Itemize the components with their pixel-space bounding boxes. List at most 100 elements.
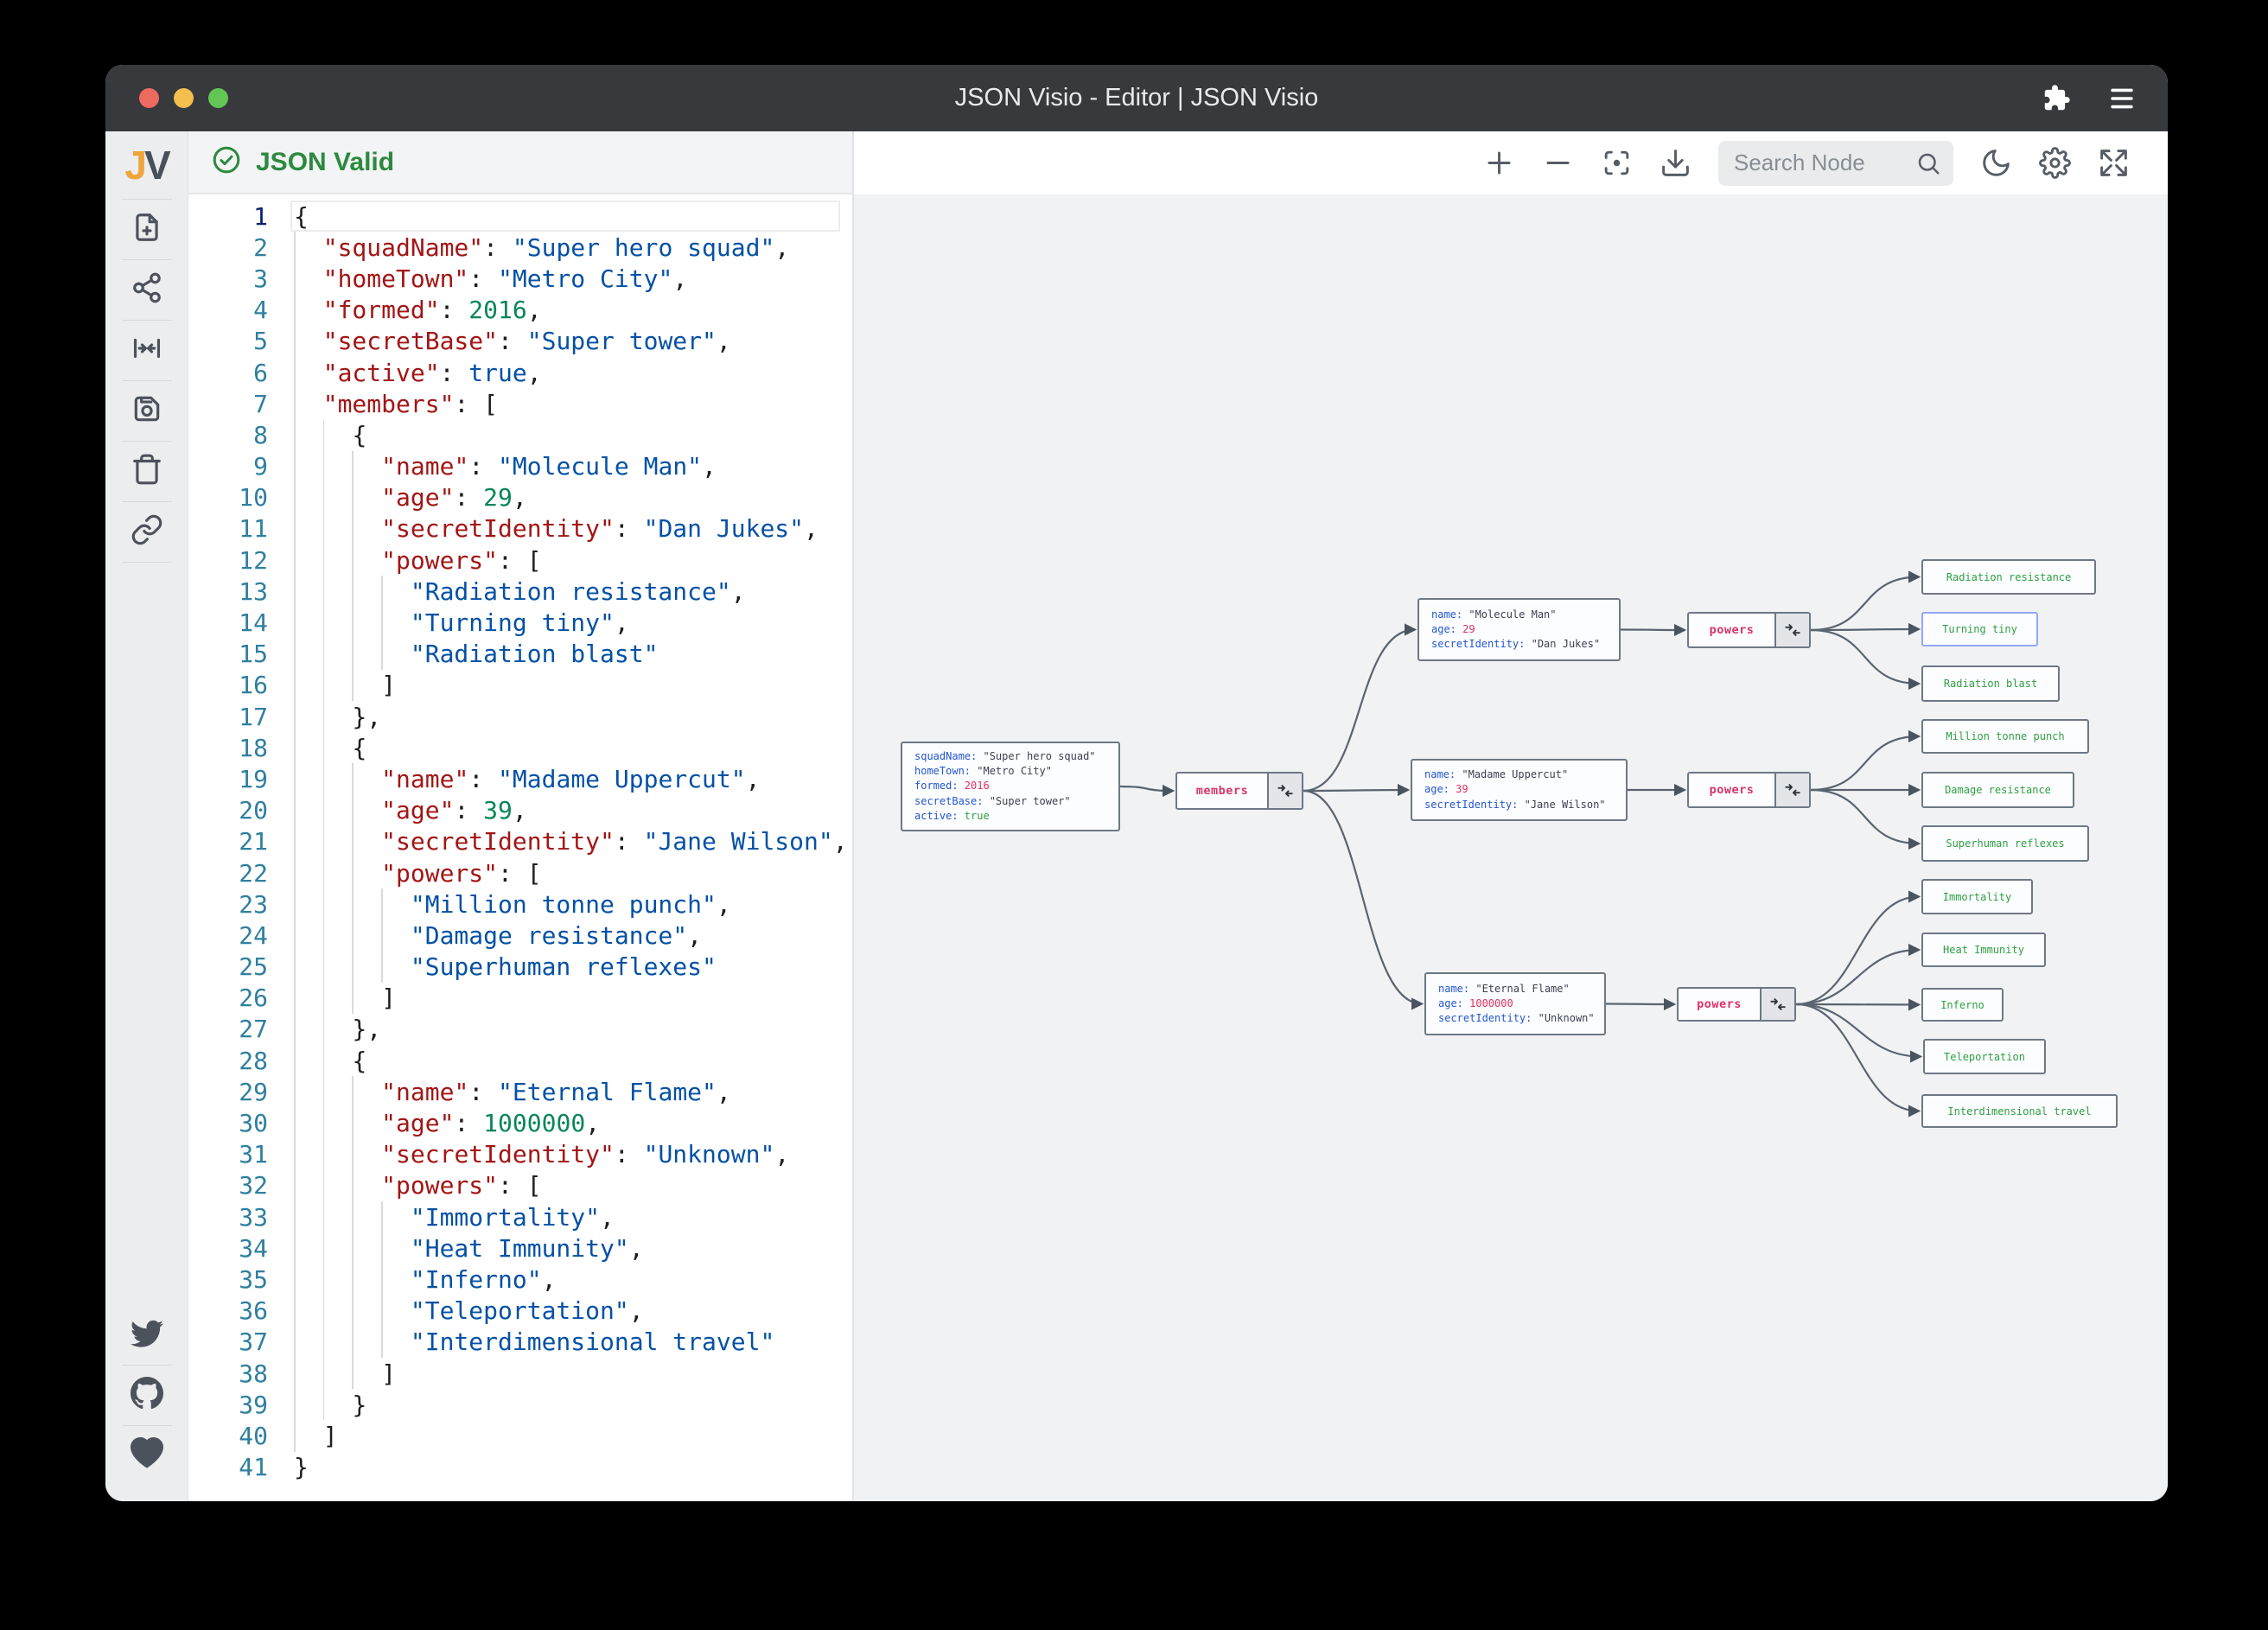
dark-mode-button[interactable] xyxy=(1980,147,2012,179)
code-line[interactable]: 35 "Inferno", xyxy=(188,1264,852,1296)
code-line[interactable]: 36 "Teleportation", xyxy=(188,1295,852,1327)
graph-node-l10[interactable]: Teleportation xyxy=(1923,1039,2046,1074)
code-line[interactable]: 21 "secretIdentity": "Jane Wilson", xyxy=(188,825,852,857)
graph-node-l7[interactable]: Immortality xyxy=(1921,879,2033,914)
zoom-out-button[interactable] xyxy=(1542,147,1574,179)
code-line[interactable]: 13 "Radiation resistance", xyxy=(188,576,852,608)
graph-node-l4[interactable]: Million tonne punch xyxy=(1921,719,2089,754)
code-line[interactable]: 2 "squadName": "Super hero squad", xyxy=(188,232,852,264)
code-line[interactable]: 34 "Heat Immunity", xyxy=(188,1232,852,1264)
graph-canvas[interactable]: squadName: "Super hero squad" homeTown: "… xyxy=(854,131,2168,1501)
code-line[interactable]: 1{ xyxy=(188,201,852,232)
link-icon xyxy=(131,513,163,551)
graph-node-m2[interactable]: name: "Madame Uppercut" age: 39 secretIden… xyxy=(1411,759,1628,821)
center-view-button[interactable] xyxy=(105,321,188,380)
code-line[interactable]: 22 "powers": [ xyxy=(188,856,852,889)
code-line[interactable]: 16 ] xyxy=(188,669,852,701)
collapse-node-button[interactable] xyxy=(1774,774,1809,806)
collapse-icon xyxy=(1785,624,1800,636)
check-circle-icon xyxy=(211,144,242,180)
copy-link-button[interactable] xyxy=(105,502,188,562)
github-button[interactable] xyxy=(105,1366,188,1425)
code-line[interactable]: 19 "name": "Madame Uppercut", xyxy=(188,763,852,795)
code-line[interactable]: 6 "active": true, xyxy=(188,356,852,389)
code-line[interactable]: 5 "secretBase": "Super tower", xyxy=(188,325,852,357)
code-area[interactable]: 1{2 "squadName": "Super hero squad", 3 "h… xyxy=(188,194,852,1501)
graph-node-p2[interactable]: powers xyxy=(1687,772,1811,808)
graph-node-l2[interactable]: Turning tiny xyxy=(1921,612,2038,646)
code-line[interactable]: 17 }, xyxy=(188,701,852,733)
graph-node-l11[interactable]: Interdimensional travel xyxy=(1921,1094,2118,1128)
line-text: "Superhuman reflexes" xyxy=(410,952,717,982)
line-number: 13 xyxy=(239,576,268,606)
focus-center-button[interactable] xyxy=(1601,147,1633,179)
code-line[interactable]: 26 ] xyxy=(188,982,852,1014)
code-line[interactable]: 8 { xyxy=(188,419,852,451)
graph-node-l6[interactable]: Superhuman reflexes xyxy=(1921,825,2089,862)
graph-node-l1[interactable]: Radiation resistance xyxy=(1921,559,2096,595)
graph-node-l8[interactable]: Heat Immunity xyxy=(1921,933,2046,967)
code-line[interactable]: 9 "name": "Molecule Man", xyxy=(188,450,852,482)
line-text: "age": 29, xyxy=(381,483,527,513)
graph-node-l9[interactable]: Inferno xyxy=(1921,988,2004,1022)
code-line[interactable]: 7 "members": [ xyxy=(188,388,852,420)
extension-icon[interactable] xyxy=(2042,84,2071,112)
code-line[interactable]: 20 "age": 39, xyxy=(188,794,852,826)
code-line[interactable]: 14 "Turning tiny", xyxy=(188,607,852,639)
code-line[interactable]: 41} xyxy=(188,1452,852,1483)
code-line[interactable]: 15 "Radiation blast" xyxy=(188,638,852,670)
code-line[interactable]: 3 "homeTown": "Metro City", xyxy=(188,263,852,295)
close-button[interactable] xyxy=(139,88,159,108)
menu-icon[interactable] xyxy=(2107,86,2137,111)
collapse-node-button[interactable] xyxy=(1774,614,1809,646)
code-line[interactable]: 11 "secretIdentity": "Dan Jukes", xyxy=(188,513,852,545)
zoom-button[interactable] xyxy=(208,88,228,108)
twitter-button[interactable] xyxy=(105,1305,188,1365)
code-line[interactable]: 39 } xyxy=(188,1389,852,1421)
fullscreen-button[interactable] xyxy=(2098,147,2130,179)
code-line[interactable]: 10 "age": 29, xyxy=(188,481,852,513)
code-line[interactable]: 23 "Million tonne punch", xyxy=(188,888,852,920)
graph-node-l3[interactable]: Radiation blast xyxy=(1921,665,2060,702)
line-text: ] xyxy=(322,1421,338,1450)
code-line[interactable]: 31 "secretIdentity": "Unknown", xyxy=(188,1138,852,1170)
graph-node-l5[interactable]: Damage resistance xyxy=(1921,772,2074,808)
download-button[interactable] xyxy=(1660,147,1691,179)
collapse-node-button[interactable] xyxy=(1267,774,1302,808)
zoom-in-button[interactable] xyxy=(1483,147,1515,179)
code-line[interactable]: 28 { xyxy=(188,1045,852,1077)
minimize-button[interactable] xyxy=(174,88,194,108)
graph-node-p3[interactable]: powers xyxy=(1677,987,1796,1022)
app-logo[interactable]: JV xyxy=(124,131,170,199)
code-line[interactable]: 40 ] xyxy=(188,1420,852,1452)
code-line[interactable]: 29 "name": "Eternal Flame", xyxy=(188,1076,852,1108)
graph-node-m1[interactable]: name: "Molecule Man" age: 29 secretIdentit… xyxy=(1418,598,1621,661)
code-line[interactable]: 32 "powers": [ xyxy=(188,1169,852,1201)
graph-node-p1[interactable]: powers xyxy=(1687,612,1811,648)
code-line[interactable]: 18 { xyxy=(188,732,852,764)
search-node-input[interactable] xyxy=(1732,149,1915,177)
code-line[interactable]: 25 "Superhuman reflexes" xyxy=(188,951,852,983)
graph-node-root[interactable]: squadName: "Super hero squad" homeTown: "… xyxy=(901,742,1120,831)
sponsor-button[interactable] xyxy=(105,1426,188,1486)
code-line[interactable]: 38 ] xyxy=(188,1357,852,1390)
code-line[interactable]: 12 "powers": [ xyxy=(188,544,852,576)
code-line[interactable]: 37 "Interdimensional travel" xyxy=(188,1326,852,1358)
twitter-icon xyxy=(130,1316,163,1353)
graph-node-members[interactable]: members xyxy=(1175,772,1303,810)
code-line[interactable]: 24 "Damage resistance", xyxy=(188,920,852,952)
share-graph-button[interactable] xyxy=(105,260,188,320)
settings-button[interactable] xyxy=(2039,147,2071,179)
code-line[interactable]: 27 }, xyxy=(188,1013,852,1046)
line-number: 2 xyxy=(253,232,268,262)
line-number: 23 xyxy=(239,889,268,919)
graph-node-m3[interactable]: name: "Eternal Flame" age: 1000000 secretI… xyxy=(1424,972,1606,1035)
code-line[interactable]: 30 "age": 1000000, xyxy=(188,1107,852,1139)
delete-button[interactable] xyxy=(105,442,188,501)
collapse-node-button[interactable] xyxy=(1760,989,1794,1020)
new-document-button[interactable] xyxy=(105,200,188,259)
code-line[interactable]: 4 "formed": 2016, xyxy=(188,294,852,326)
save-button[interactable] xyxy=(105,381,188,441)
leaf-node-text: Damage resistance xyxy=(1945,784,2051,796)
code-line[interactable]: 33 "Immortality", xyxy=(188,1201,852,1233)
